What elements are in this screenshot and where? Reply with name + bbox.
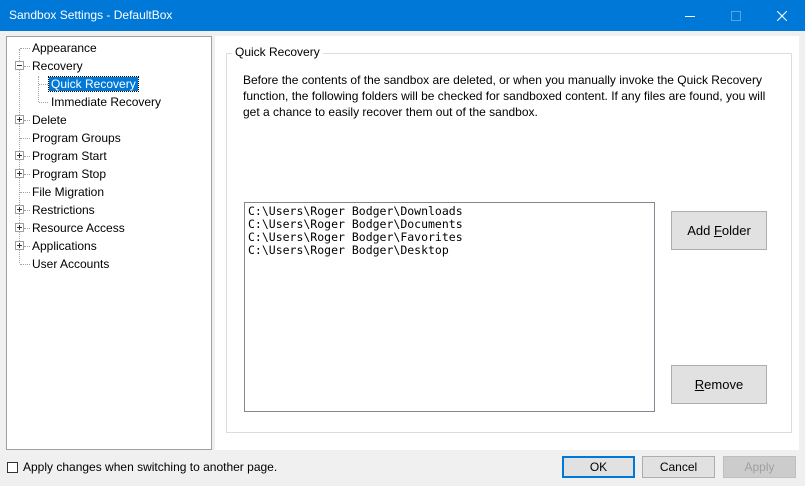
tree-item-label: Program Groups <box>32 131 121 145</box>
tree-item-label: Appearance <box>32 41 97 55</box>
tree-line <box>20 48 30 50</box>
apply-changes-label: Apply changes when switching to another … <box>23 460 278 474</box>
tree-item-label: File Migration <box>32 185 105 199</box>
expand-icon[interactable] <box>15 169 24 178</box>
tree-item-label: Recovery <box>32 59 83 73</box>
tree-item-recovery[interactable]: Recovery <box>7 57 207 75</box>
tree-item-immediate-recovery[interactable]: Immediate Recovery <box>7 93 207 111</box>
expand-icon[interactable] <box>15 151 24 160</box>
tree-item-applications[interactable]: Applications <box>7 237 207 255</box>
expand-icon[interactable] <box>15 205 24 214</box>
maximize-icon <box>731 10 741 21</box>
quick-recovery-description: Before the contents of the sandbox are d… <box>243 73 766 119</box>
tree-item-delete[interactable]: Delete <box>7 111 207 129</box>
apply-button: Apply <box>723 456 796 478</box>
add-folder-label: Add Folder <box>687 223 751 238</box>
tree-item-appearance[interactable]: Appearance <box>7 39 207 57</box>
tree-item-file-migration[interactable]: File Migration <box>7 183 207 201</box>
minimize-icon <box>685 15 695 17</box>
tree-line <box>39 102 48 104</box>
remove-label: Remove <box>694 377 744 392</box>
tree-item-label: Applications <box>32 239 97 253</box>
tree-item-program-groups[interactable]: Program Groups <box>7 129 207 147</box>
tree-item-label: Delete <box>32 113 67 127</box>
tree-item-label: Program Start <box>32 149 107 163</box>
apply-changes-option[interactable]: Apply changes when switching to another … <box>7 460 277 474</box>
expand-icon[interactable] <box>15 241 24 250</box>
tree-line <box>20 264 30 266</box>
tree-item-user-accounts[interactable]: User Accounts <box>7 255 207 273</box>
tree-item-program-stop[interactable]: Program Stop <box>7 165 207 183</box>
tree-item-label: Immediate Recovery <box>51 95 162 109</box>
close-icon <box>777 10 787 21</box>
tree-item-program-start[interactable]: Program Start <box>7 147 207 165</box>
groupbox-title: Quick Recovery <box>232 45 323 59</box>
tree-item-label: Resource Access <box>32 221 125 235</box>
window-title: Sandbox Settings - DefaultBox <box>9 8 173 22</box>
collapse-icon[interactable] <box>15 61 24 70</box>
expand-icon[interactable] <box>15 115 24 124</box>
settings-tree[interactable]: Appearance Recovery Quick Recovery Immed… <box>6 36 212 450</box>
remove-button[interactable]: Remove <box>671 365 767 404</box>
expand-icon[interactable] <box>15 223 24 232</box>
recovery-folder-list[interactable]: C:\Users\Roger Bodger\Downloads C:\Users… <box>244 202 655 412</box>
tree-item-quick-recovery[interactable]: Quick Recovery <box>7 75 207 93</box>
tree-item-label: Restrictions <box>32 203 95 217</box>
add-folder-button[interactable]: Add Folder <box>671 211 767 250</box>
tree-line <box>39 84 48 86</box>
cancel-button[interactable]: Cancel <box>642 456 715 478</box>
minimize-button[interactable] <box>667 0 713 31</box>
close-button[interactable] <box>759 0 805 31</box>
tree-line <box>20 192 30 194</box>
title-bar: Sandbox Settings - DefaultBox <box>0 0 805 31</box>
tree-item-label: User Accounts <box>32 257 110 271</box>
ok-button[interactable]: OK <box>562 456 635 478</box>
tree-item-resource-access[interactable]: Resource Access <box>7 219 207 237</box>
tree-line <box>20 138 30 140</box>
list-item[interactable]: C:\Users\Roger Bodger\Desktop <box>248 244 654 257</box>
tree-item-label: Program Stop <box>32 167 107 181</box>
maximize-button <box>713 0 759 31</box>
tree-item-label: Quick Recovery <box>48 76 139 92</box>
apply-changes-checkbox[interactable] <box>7 461 18 473</box>
tree-item-restrictions[interactable]: Restrictions <box>7 201 207 219</box>
